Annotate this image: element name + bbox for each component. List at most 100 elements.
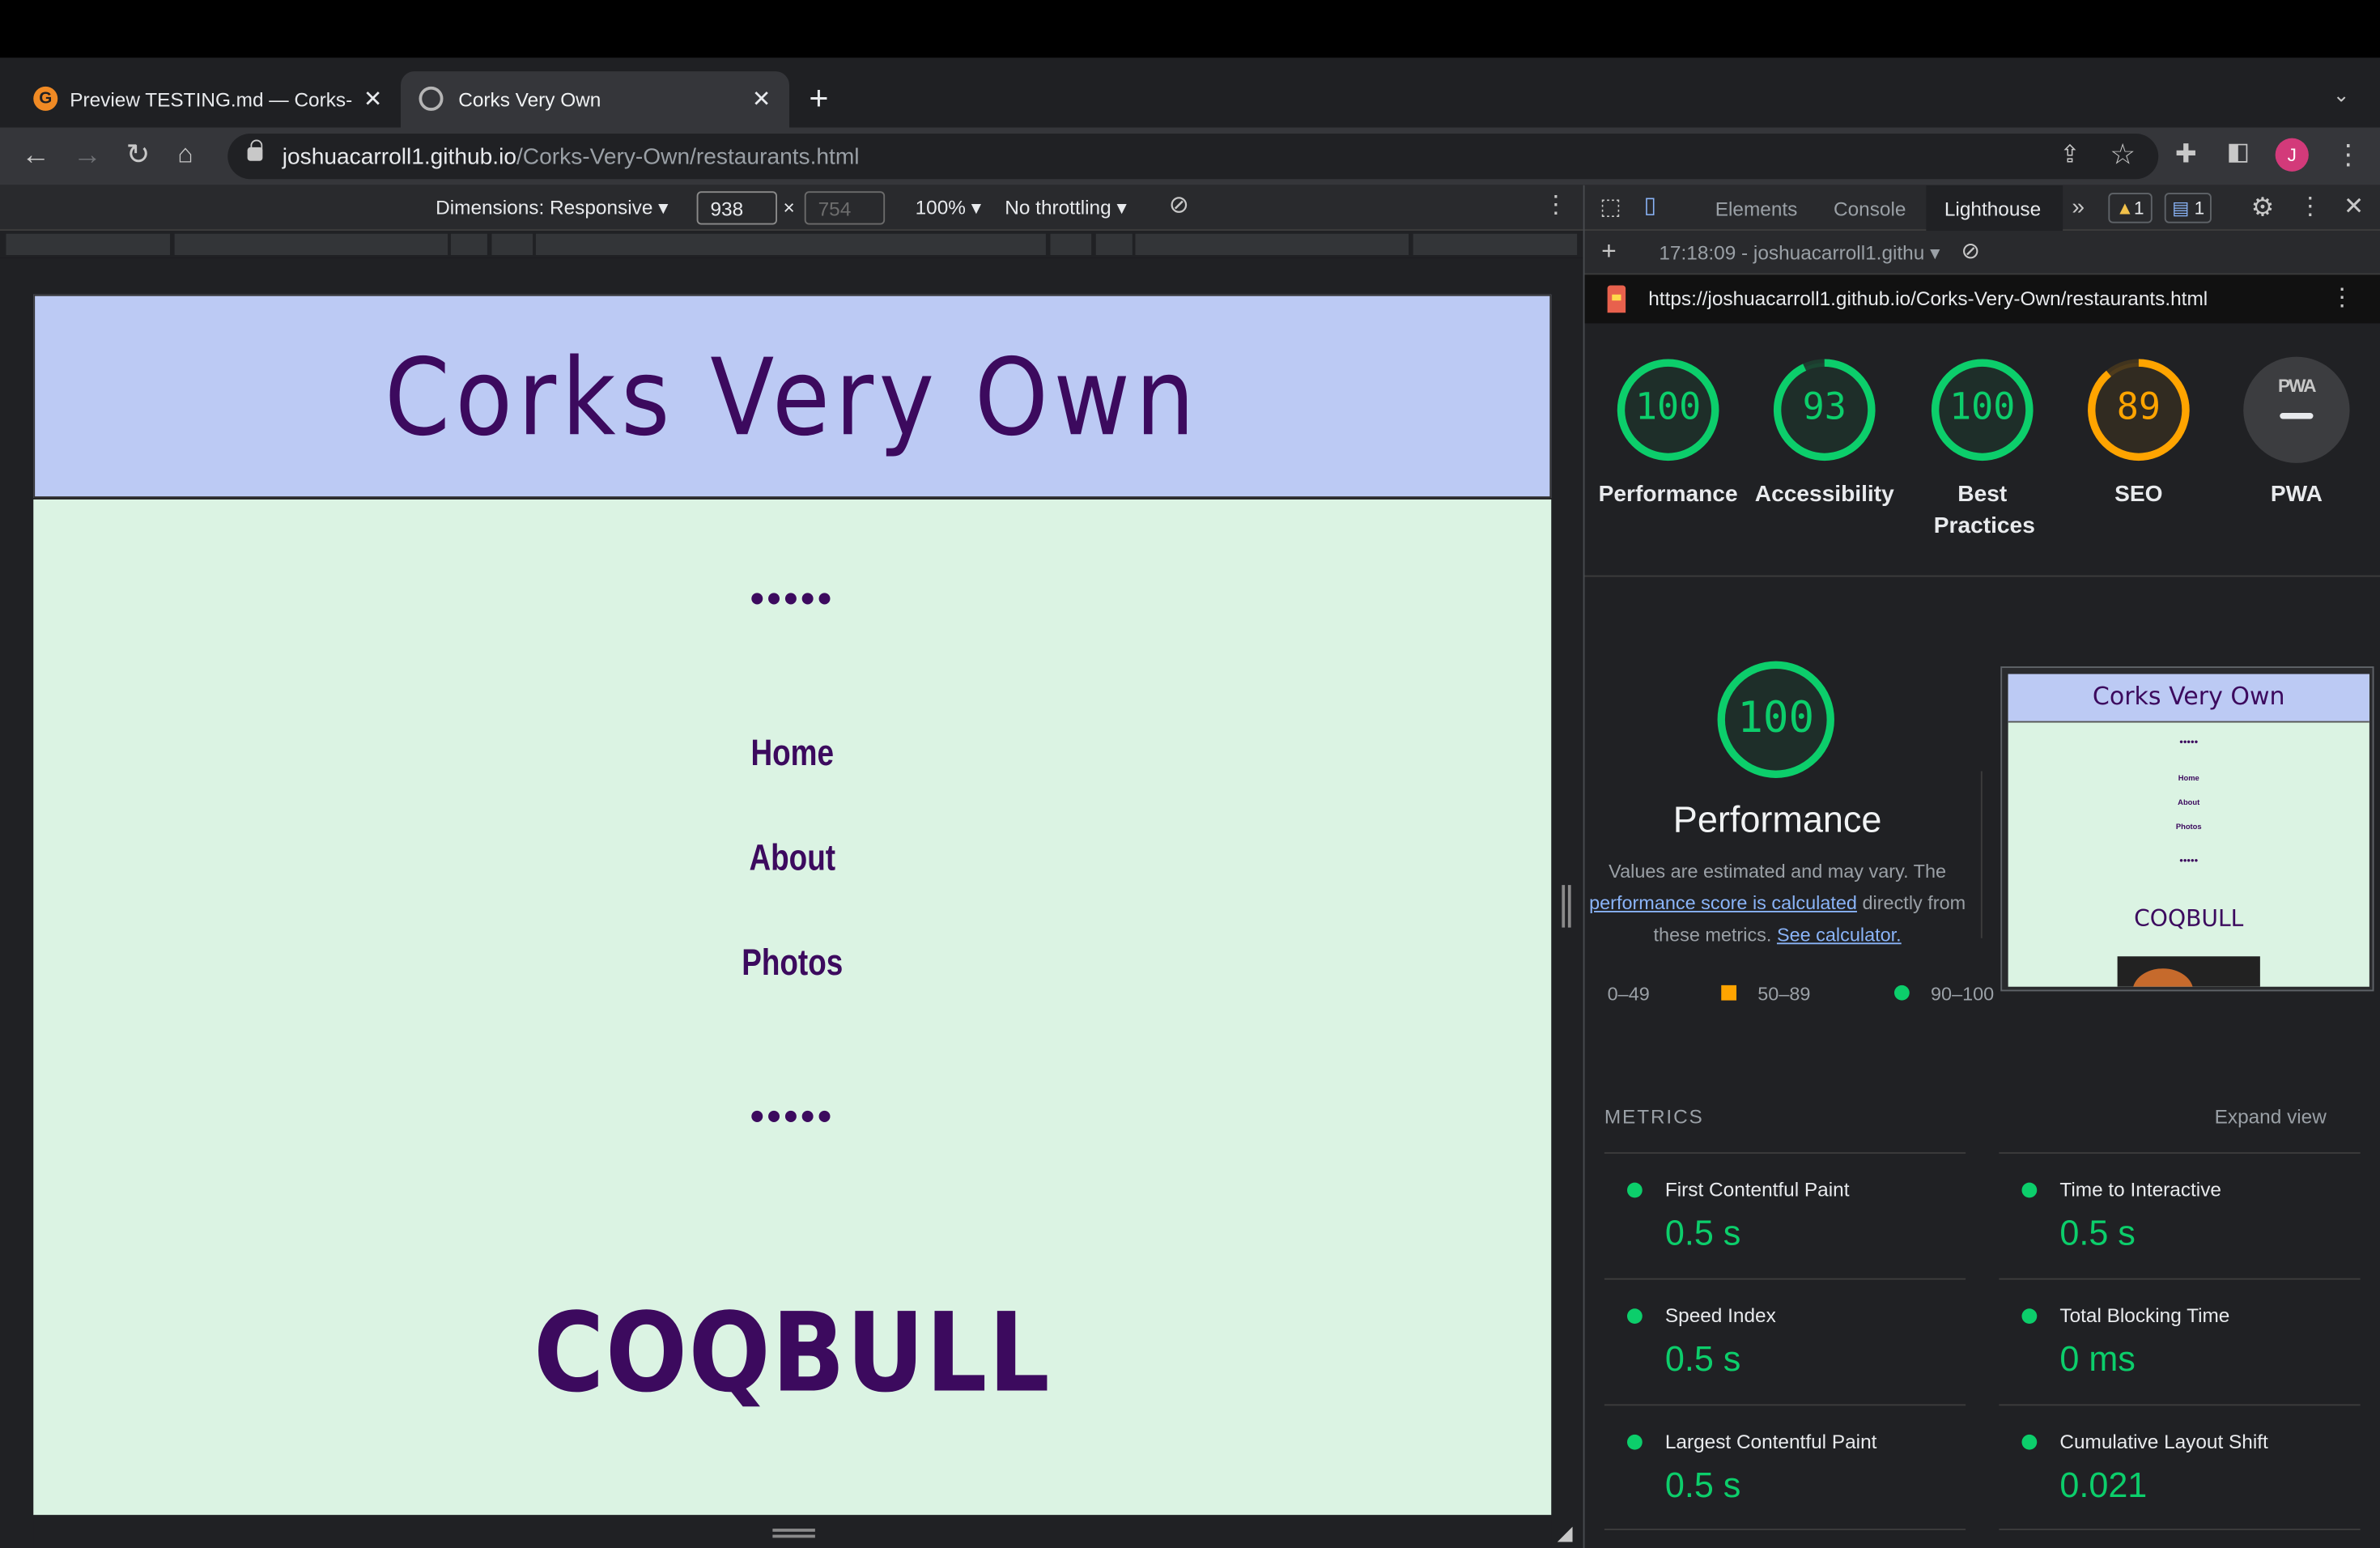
pass-circle-icon [1894, 985, 1910, 1001]
rotate-icon[interactable]: ⊘ [1169, 194, 1189, 219]
chevron-down-icon[interactable]: ⌄ [2333, 85, 2349, 104]
resize-handle-bottom[interactable] [33, 1515, 1552, 1548]
gear-icon[interactable]: ⚙ [2251, 194, 2275, 220]
lock-icon [247, 139, 263, 161]
metric-value: 0.021 [2059, 1465, 2148, 1505]
report-select[interactable]: 17:18:09 - joshuacarroll1.githu ▾ [1659, 241, 1940, 266]
legend-pass: 90–100 [1894, 984, 1994, 1005]
metrics-heading: METRICS [1604, 1105, 1704, 1129]
kebab-menu-icon[interactable]: ⋮ [2335, 141, 2362, 168]
home-icon[interactable]: ⌂ [177, 141, 193, 167]
media-query-bar[interactable] [0, 231, 1583, 258]
tab-corks-very-own[interactable]: Corks Very Own ✕ [401, 71, 789, 128]
new-report-icon[interactable]: + [1601, 238, 1617, 264]
more-tabs-icon[interactable]: » [2072, 196, 2085, 219]
score-calculated-link[interactable]: performance score is calculated [1589, 893, 1857, 914]
metric-value: 0.5 s [1664, 1213, 1741, 1252]
bookmark-star-icon[interactable]: ☆ [2110, 141, 2136, 170]
pass-circle-icon [1627, 1182, 1643, 1198]
seo-gauge[interactable]: 89 [2085, 357, 2191, 463]
address-bar[interactable]: joshuacarroll1.github.io/Corks-Very-Own/… [227, 134, 2159, 180]
final-screenshot-thumbnail[interactable]: Corks Very Own ••••• Home About Photos •… [2000, 666, 2374, 992]
performance-gauge[interactable]: 100 [1615, 357, 1721, 463]
messages-badge[interactable]: ▤ 1 [2164, 193, 2212, 223]
height-input[interactable]: 754 [804, 191, 886, 225]
pass-circle-icon [1627, 1434, 1643, 1450]
width-input[interactable]: 938 [696, 191, 777, 225]
resize-corner-icon[interactable]: ◢ [1558, 1523, 1573, 1542]
thumb-dots: ••••• [2179, 738, 2199, 749]
dots-divider: ••••• [750, 575, 835, 621]
nav-home-link[interactable]: Home [170, 734, 1415, 776]
share-icon[interactable]: ⇪ [2059, 143, 2080, 168]
thumb-dots: ••••• [2179, 856, 2199, 867]
site-header: Corks Very Own [33, 294, 1552, 498]
performance-big-gauge: 100 [1715, 659, 1837, 780]
score-label: Performance [1598, 481, 1738, 508]
dimensions-select[interactable]: Dimensions: Responsive ▾ [436, 196, 668, 220]
legend-average: 50–89 [1721, 984, 1810, 1005]
close-devtools-icon[interactable]: ✕ [2344, 195, 2364, 220]
performance-description: Values are estimated and may vary. The p… [1589, 861, 1966, 946]
pass-circle-icon [2021, 1182, 2038, 1198]
nav-about-link[interactable]: About [170, 838, 1415, 881]
metric-value: 0.5 s [2059, 1213, 2136, 1252]
thumb-brand: COQBULL [2134, 904, 2244, 933]
metric-label: Total Blocking Time [2059, 1303, 2230, 1327]
dots-divider: ••••• [750, 1093, 835, 1139]
pwa-badge-icon: PWA [2278, 375, 2317, 397]
device-toggle-icon[interactable]: ▯ [1644, 194, 1656, 217]
average-square-icon [1721, 985, 1736, 1001]
best-practices-gauge[interactable]: 100 [1929, 357, 2035, 463]
metric-label: Time to Interactive [2059, 1178, 2221, 1201]
metrics-bottom-rule [1999, 1529, 2361, 1530]
expand-view-toggle[interactable]: Expand view [2215, 1105, 2327, 1128]
report-url-row: https://joshuacarroll1.github.io/Corks-V… [1584, 274, 2380, 324]
metric-value: 0.5 s [1664, 1465, 1741, 1505]
legend-fail: 0–49 [1607, 984, 1650, 1006]
close-icon[interactable]: ✕ [363, 85, 383, 113]
metric-total-blocking-time: Total Blocking Time 0 ms [1999, 1278, 2361, 1405]
tab-lighthouse[interactable]: Lighthouse [1944, 198, 2041, 220]
site-title: Corks Very Own [385, 335, 1201, 461]
pwa-gauge[interactable]: PWA [2243, 356, 2350, 463]
extensions-icon[interactable]: ✚ [2175, 141, 2197, 167]
see-calculator-link[interactable]: See calculator. [1777, 925, 1902, 946]
devtools-tabbar: ⬚ ▯ Elements Console Lighthouse » ▲1 ▤ 1… [1584, 185, 2380, 231]
avatar[interactable]: J [2275, 138, 2309, 172]
metric-value: 0.5 s [1664, 1338, 1741, 1379]
forward-icon[interactable]: → [73, 141, 102, 170]
inspect-element-icon[interactable]: ⬚ [1600, 196, 1621, 219]
tab-console[interactable]: Console [1834, 198, 1906, 220]
tab-preview-testing[interactable]: G Preview TESTING.md — Corks- ✕ [12, 71, 401, 127]
resize-handle-right[interactable] [1562, 885, 1571, 928]
side-panel-icon[interactable]: ◧ [2227, 140, 2250, 165]
accessibility-gauge[interactable]: 93 [1771, 357, 1877, 463]
metric-speed-index: Speed Index 0.5 s [1604, 1278, 1966, 1405]
tab-elements[interactable]: Elements [1715, 198, 1798, 220]
close-icon[interactable]: ✕ [752, 85, 771, 113]
score-label: Best Practices [1933, 481, 2035, 539]
devtools-more-icon[interactable]: ⋮ [2298, 195, 2323, 220]
score-label: SEO [2114, 481, 2163, 508]
back-icon[interactable]: ← [21, 141, 50, 170]
throttling-select[interactable]: No throttling ▾ [1005, 196, 1126, 220]
warnings-badge[interactable]: ▲1 [2108, 193, 2152, 223]
tab-strip: G Preview TESTING.md — Corks- ✕ Corks Ve… [0, 57, 2380, 128]
lighthouse-icon [1607, 285, 1626, 313]
report-url[interactable]: https://joshuacarroll1.github.io/Corks-V… [1648, 287, 2208, 309]
reload-icon[interactable]: ↻ [126, 141, 151, 170]
site-body: ••••• Home About Photos ••••• COQBULL [33, 499, 1552, 1516]
clear-icon[interactable]: ⊘ [1961, 240, 1981, 262]
times-icon: × [783, 195, 795, 219]
nav-photos-link[interactable]: Photos [170, 942, 1415, 985]
pass-circle-icon [2021, 1308, 2038, 1324]
tab-title: Corks Very Own [458, 87, 601, 111]
device-more-icon[interactable]: ⋮ [1544, 194, 1568, 219]
report-menu-icon[interactable]: ⋮ [2330, 286, 2354, 311]
metric-label: Largest Contentful Paint [1664, 1430, 1877, 1453]
new-tab-icon[interactable]: + [809, 81, 828, 115]
zoom-select[interactable]: 100% ▾ [916, 196, 981, 220]
performance-heading: Performance [1672, 800, 1882, 841]
score-value: 89 [2116, 385, 2161, 428]
